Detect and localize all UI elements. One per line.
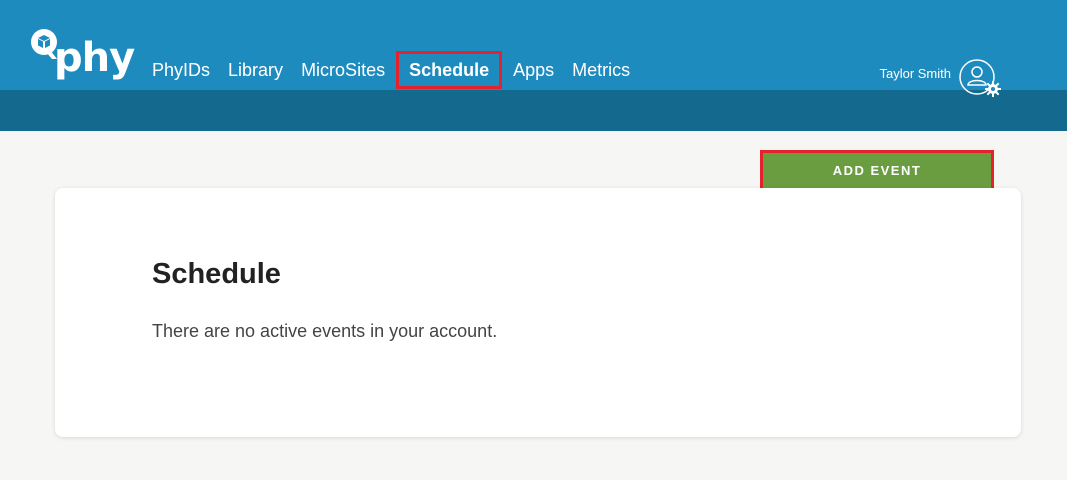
nav-item-microsites[interactable]: MicroSites (292, 51, 394, 89)
nav-item-phyids[interactable]: PhyIDs (143, 51, 219, 89)
page-title: Schedule (152, 258, 281, 290)
user-avatar-button[interactable] (958, 58, 1001, 97)
phy-logo[interactable]: phy (30, 28, 135, 90)
nav-item-schedule[interactable]: Schedule (396, 51, 503, 89)
logo-text: phy (54, 35, 135, 81)
nav-item-apps[interactable]: Apps (504, 51, 563, 89)
main-nav: PhyIDs Library MicroSites Schedule Apps … (143, 50, 639, 90)
user-name[interactable]: Taylor Smith (879, 66, 951, 81)
nav-item-library[interactable]: Library (219, 51, 292, 89)
add-event-button[interactable]: ADD EVENT (760, 150, 994, 191)
gear-icon (985, 81, 1001, 97)
nav-item-metrics[interactable]: Metrics (563, 51, 639, 89)
secondary-header-bar (0, 90, 1067, 131)
schedule-card: Schedule There are no active events in y… (55, 188, 1021, 437)
empty-state-message: There are no active events in your accou… (152, 321, 498, 341)
